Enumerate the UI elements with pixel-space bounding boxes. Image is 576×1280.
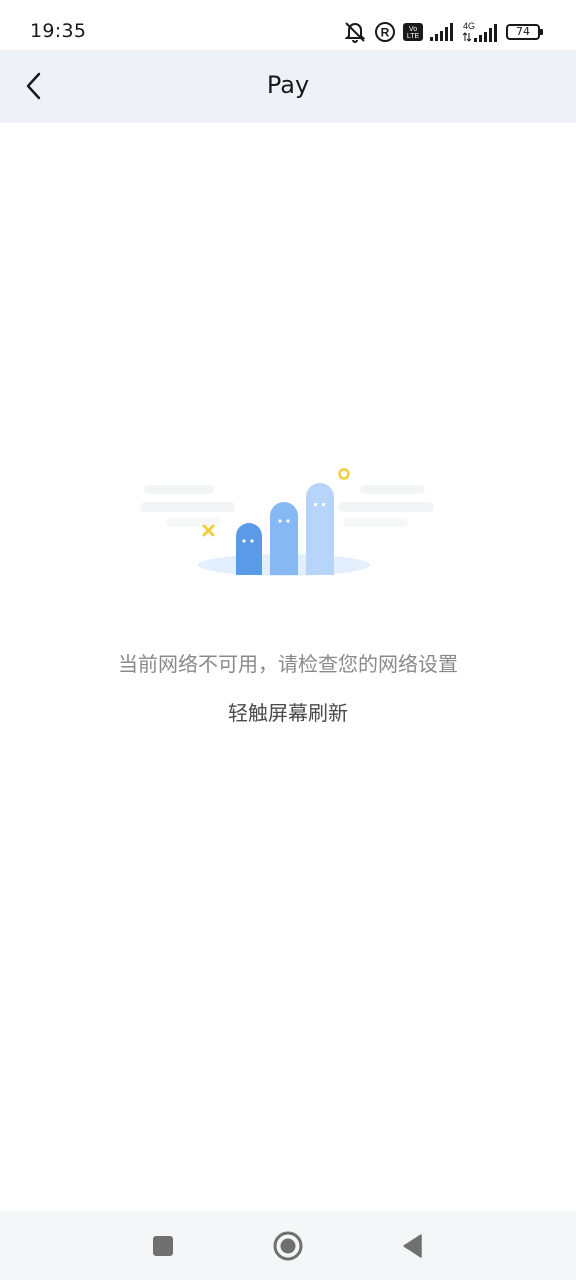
- refresh-hint[interactable]: 轻触屏幕刷新: [0, 697, 576, 726]
- signal-icon: [430, 23, 456, 41]
- svg-text:LTE: LTE: [407, 33, 420, 40]
- svg-text:Vo: Vo: [409, 26, 417, 33]
- mute-icon: [343, 21, 367, 43]
- recents-button[interactable]: [146, 1229, 180, 1263]
- signal-4g-icon: 4G: [463, 21, 499, 43]
- status-icons: R Vo LTE 4G 74: [343, 19, 543, 45]
- header: Pay: [0, 50, 576, 123]
- system-nav-bar: [0, 1211, 576, 1280]
- volte-icon: Vo LTE: [403, 23, 423, 41]
- svg-text:R: R: [381, 26, 390, 40]
- status-time: 19:35: [30, 20, 87, 42]
- registered-icon: R: [374, 21, 396, 43]
- refresh-area[interactable]: 当前网络不可用，请检查您的网络设置 轻触屏幕刷新: [0, 123, 576, 1211]
- battery-icon: 74: [506, 24, 543, 40]
- page-title: Pay: [266, 71, 310, 99]
- home-circle-icon: [273, 1231, 303, 1261]
- status-bar: 19:35 R Vo LTE 4G 74: [0, 0, 576, 50]
- back-triangle-icon: [403, 1234, 422, 1258]
- svg-text:4G: 4G: [463, 21, 475, 31]
- recents-square-icon: [153, 1236, 173, 1256]
- home-button[interactable]: [271, 1229, 305, 1263]
- error-message: 当前网络不可用，请检查您的网络设置: [118, 652, 458, 676]
- back-nav-button[interactable]: [395, 1229, 429, 1263]
- network-error-illustration: [140, 468, 434, 576]
